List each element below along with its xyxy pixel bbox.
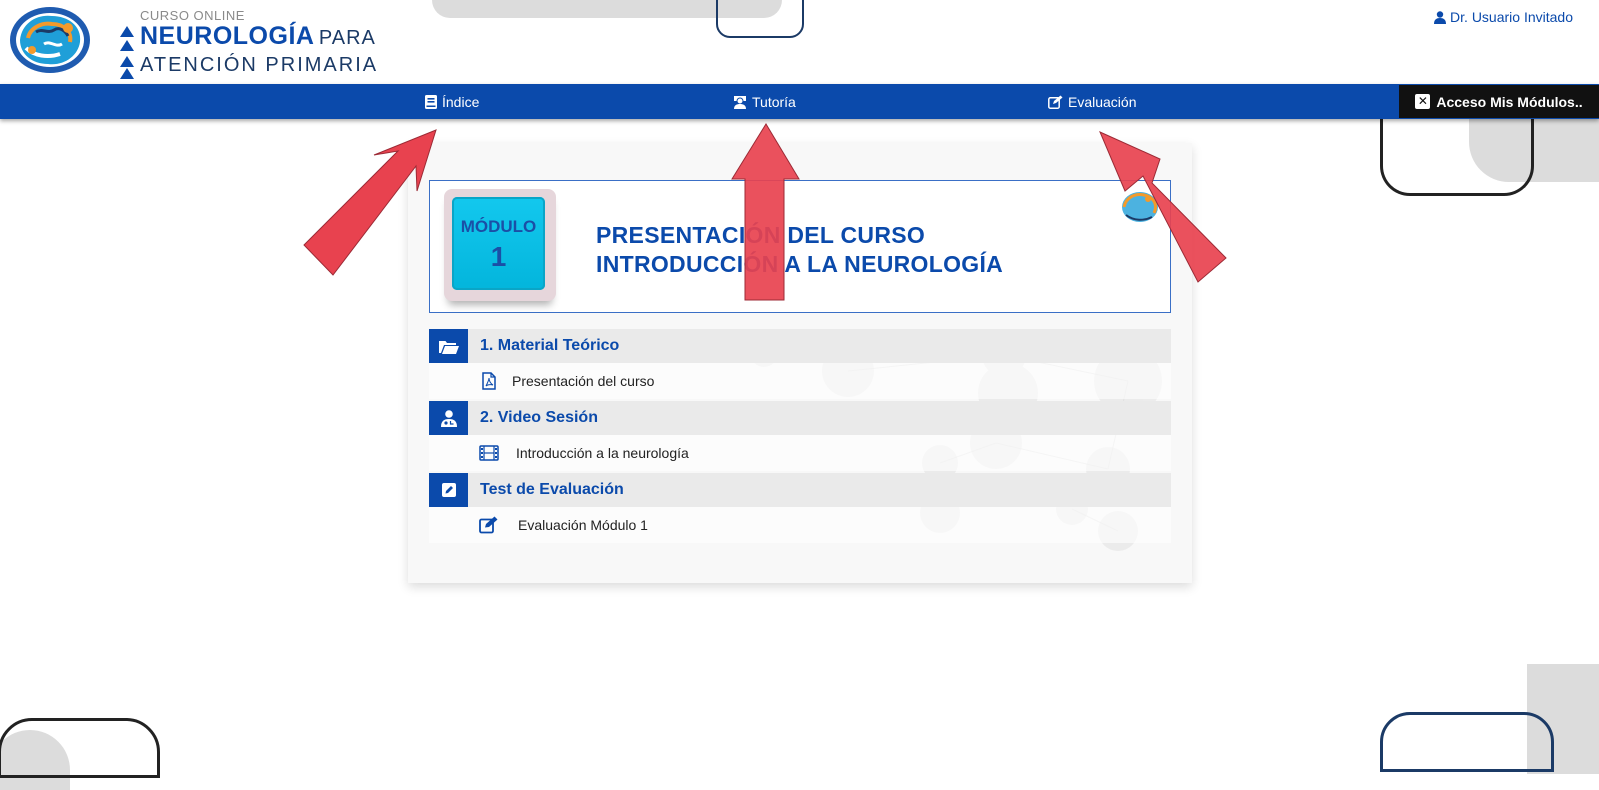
triangle-icon [120, 68, 134, 79]
nav-label: Evaluación [1068, 93, 1137, 110]
list-item-label: Evaluación Módulo 1 [518, 517, 648, 533]
user-name: Dr. Usuario Invitado [1450, 9, 1573, 25]
doctor-icon [429, 401, 468, 435]
list-item-evaluacion-modulo[interactable]: Evaluación Módulo 1 [429, 507, 1171, 543]
module-banner: MÓDULO 1 PRESENTACIÓN DEL CURSO INTRODUC… [429, 180, 1171, 313]
film-icon [479, 445, 499, 461]
list-item-label: Presentación del curso [512, 373, 655, 389]
module-card: MÓDULO 1 PRESENTACIÓN DEL CURSO INTRODUC… [408, 143, 1192, 583]
decorative-shape [0, 718, 160, 778]
folder-open-icon [429, 329, 468, 363]
brain-logo-icon[interactable] [8, 4, 92, 76]
brand-line-2: ATENCIÓN PRIMARIA [140, 54, 379, 76]
edit-icon [1048, 95, 1063, 109]
edit-icon [479, 516, 498, 534]
section-video-sesion[interactable]: 2. Video Sesión [429, 401, 1171, 435]
list-item-introduccion[interactable]: Introducción a la neurología [429, 435, 1171, 471]
section-material-teorico[interactable]: 1. Material Teórico [429, 329, 1171, 363]
brand-para-word: PARA [318, 27, 376, 49]
user-menu-link[interactable]: Dr. Usuario Invitado [1434, 9, 1573, 25]
close-icon: ✕ [1415, 94, 1431, 109]
book-icon [425, 94, 437, 109]
nav-item-tutoria[interactable]: Tutoría [733, 84, 796, 119]
list-item-label: Introducción a la neurología [516, 445, 689, 461]
brand-line-1: NEUROLOGÍA PARA [140, 22, 376, 51]
pdf-file-icon [482, 372, 496, 390]
main-navbar: Índice Tutoría Evaluación ✕ Acceso Mis M… [0, 84, 1599, 119]
pencil-icon [429, 473, 468, 507]
triangle-icon [120, 26, 134, 37]
user-icon [1434, 10, 1447, 24]
section-title: 1. Material Teórico [480, 337, 620, 354]
module-number: 1 [490, 241, 507, 272]
module-title: PRESENTACIÓN DEL CURSO INTRODUCCIÓN A LA… [596, 221, 1003, 279]
module-badge: MÓDULO 1 [444, 189, 556, 301]
module-title-line-2: INTRODUCCIÓN A LA NEUROLOGÍA [596, 251, 1004, 277]
nav-label: Tutoría [752, 93, 796, 110]
access-modules-label: Acceso Mis Módulos.. [1436, 93, 1583, 110]
brain-logo-icon [1122, 192, 1158, 222]
decorative-shape [1380, 712, 1554, 772]
nav-label: Índice [442, 93, 480, 110]
list-item-presentacion[interactable]: Presentación del curso [429, 363, 1171, 399]
triangle-icon [120, 56, 134, 67]
brand-main-word: NEUROLOGÍA [140, 22, 315, 50]
section-test-evaluacion[interactable]: Test de Evaluación [429, 473, 1171, 507]
section-title: 2. Video Sesión [480, 409, 598, 426]
triangle-icon [120, 40, 134, 51]
nav-item-indice[interactable]: Índice [425, 84, 479, 119]
site-header: CURSO ONLINE NEUROLOGÍA PARA ATENCIÓN PR… [0, 0, 1599, 84]
tutor-icon [734, 95, 746, 109]
access-modules-button[interactable]: ✕ Acceso Mis Módulos.. [1399, 85, 1599, 118]
section-title: Test de Evaluación [480, 481, 624, 498]
brand-subtitle: CURSO ONLINE [140, 8, 245, 23]
module-label: MÓDULO [460, 217, 537, 236]
module-badge-face: MÓDULO 1 [452, 197, 545, 290]
module-title-line-1: PRESENTACIÓN DEL CURSO [596, 222, 926, 248]
nav-item-evaluacion[interactable]: Evaluación [1048, 84, 1137, 119]
